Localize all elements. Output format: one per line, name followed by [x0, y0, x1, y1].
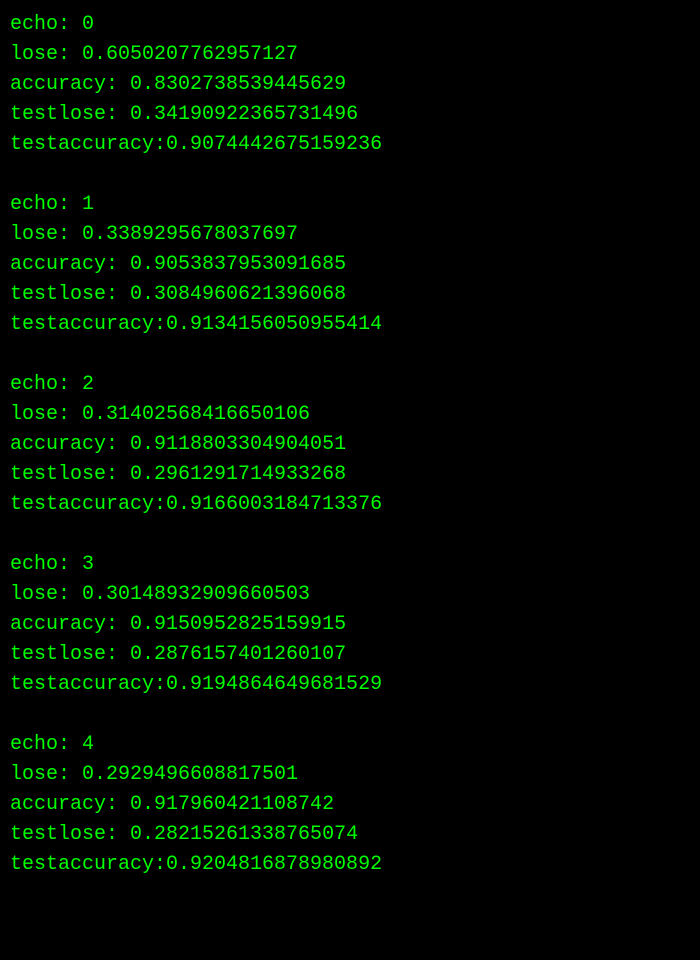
testlose-label: testlose:	[10, 283, 130, 306]
testaccuracy-label: testaccuracy:	[10, 673, 166, 696]
testlose-value: 0.3084960621396068	[130, 283, 346, 306]
accuracy-line: accuracy: 0.8302738539445629	[10, 70, 690, 100]
epoch-block: echo: 2 lose: 0.31402568416650106 accura…	[10, 370, 690, 520]
lose-line: lose: 0.2929496608817501	[10, 760, 690, 790]
accuracy-line: accuracy: 0.9118803304904051	[10, 430, 690, 460]
testlose-line: testlose: 0.3084960621396068	[10, 280, 690, 310]
testaccuracy-line: testaccuracy:0.9194864649681529	[10, 670, 690, 700]
testaccuracy-label: testaccuracy:	[10, 853, 166, 876]
testlose-label: testlose:	[10, 463, 130, 486]
accuracy-value: 0.9118803304904051	[130, 433, 346, 456]
testaccuracy-label: testaccuracy:	[10, 493, 166, 516]
accuracy-line: accuracy: 0.9053837953091685	[10, 250, 690, 280]
accuracy-value: 0.917960421108742	[130, 793, 334, 816]
echo-label: echo:	[10, 193, 82, 216]
epoch-block: echo: 1 lose: 0.3389295678037697 accurac…	[10, 190, 690, 340]
lose-value: 0.2929496608817501	[82, 763, 298, 786]
lose-line: lose: 0.3389295678037697	[10, 220, 690, 250]
lose-label: lose:	[10, 43, 82, 66]
testaccuracy-value: 0.9204816878980892	[166, 853, 382, 876]
testlose-line: testlose: 0.28215261338765074	[10, 820, 690, 850]
testlose-value: 0.2961291714933268	[130, 463, 346, 486]
accuracy-label: accuracy:	[10, 433, 130, 456]
echo-line: echo: 4	[10, 730, 690, 760]
testaccuracy-value: 0.9074442675159236	[166, 133, 382, 156]
accuracy-value: 0.9053837953091685	[130, 253, 346, 276]
epoch-block: echo: 3 lose: 0.30148932909660503 accura…	[10, 550, 690, 700]
testaccuracy-line: testaccuracy:0.9166003184713376	[10, 490, 690, 520]
lose-label: lose:	[10, 223, 82, 246]
epoch-block: echo: 4 lose: 0.2929496608817501 accurac…	[10, 730, 690, 880]
accuracy-line: accuracy: 0.9150952825159915	[10, 610, 690, 640]
lose-value: 0.6050207762957127	[82, 43, 298, 66]
testaccuracy-line: testaccuracy:0.9074442675159236	[10, 130, 690, 160]
testlose-value: 0.2876157401260107	[130, 643, 346, 666]
echo-value: 1	[82, 193, 94, 216]
echo-label: echo:	[10, 373, 82, 396]
echo-label: echo:	[10, 13, 82, 36]
lose-value: 0.31402568416650106	[82, 403, 310, 426]
testaccuracy-line: testaccuracy:0.9134156050955414	[10, 310, 690, 340]
testlose-line: testlose: 0.2961291714933268	[10, 460, 690, 490]
accuracy-label: accuracy:	[10, 793, 130, 816]
lose-label: lose:	[10, 583, 82, 606]
terminal-output: echo: 0 lose: 0.6050207762957127 accurac…	[10, 10, 690, 880]
echo-line: echo: 0	[10, 10, 690, 40]
accuracy-label: accuracy:	[10, 73, 130, 96]
testaccuracy-value: 0.9194864649681529	[166, 673, 382, 696]
echo-value: 2	[82, 373, 94, 396]
accuracy-label: accuracy:	[10, 253, 130, 276]
testlose-value: 0.28215261338765074	[130, 823, 358, 846]
accuracy-label: accuracy:	[10, 613, 130, 636]
echo-line: echo: 2	[10, 370, 690, 400]
lose-line: lose: 0.30148932909660503	[10, 580, 690, 610]
lose-label: lose:	[10, 763, 82, 786]
accuracy-value: 0.8302738539445629	[130, 73, 346, 96]
echo-line: echo: 1	[10, 190, 690, 220]
echo-value: 0	[82, 13, 94, 36]
lose-line: lose: 0.6050207762957127	[10, 40, 690, 70]
testlose-value: 0.34190922365731496	[130, 103, 358, 126]
echo-value: 3	[82, 553, 94, 576]
testaccuracy-value: 0.9134156050955414	[166, 313, 382, 336]
testlose-line: testlose: 0.2876157401260107	[10, 640, 690, 670]
testaccuracy-value: 0.9166003184713376	[166, 493, 382, 516]
testlose-label: testlose:	[10, 823, 130, 846]
echo-label: echo:	[10, 553, 82, 576]
accuracy-value: 0.9150952825159915	[130, 613, 346, 636]
echo-value: 4	[82, 733, 94, 756]
lose-value: 0.30148932909660503	[82, 583, 310, 606]
echo-label: echo:	[10, 733, 82, 756]
lose-label: lose:	[10, 403, 82, 426]
accuracy-line: accuracy: 0.917960421108742	[10, 790, 690, 820]
epoch-block: echo: 0 lose: 0.6050207762957127 accurac…	[10, 10, 690, 160]
testlose-label: testlose:	[10, 103, 130, 126]
echo-line: echo: 3	[10, 550, 690, 580]
testlose-line: testlose: 0.34190922365731496	[10, 100, 690, 130]
testaccuracy-line: testaccuracy:0.9204816878980892	[10, 850, 690, 880]
testaccuracy-label: testaccuracy:	[10, 313, 166, 336]
lose-value: 0.3389295678037697	[82, 223, 298, 246]
testlose-label: testlose:	[10, 643, 130, 666]
testaccuracy-label: testaccuracy:	[10, 133, 166, 156]
lose-line: lose: 0.31402568416650106	[10, 400, 690, 430]
